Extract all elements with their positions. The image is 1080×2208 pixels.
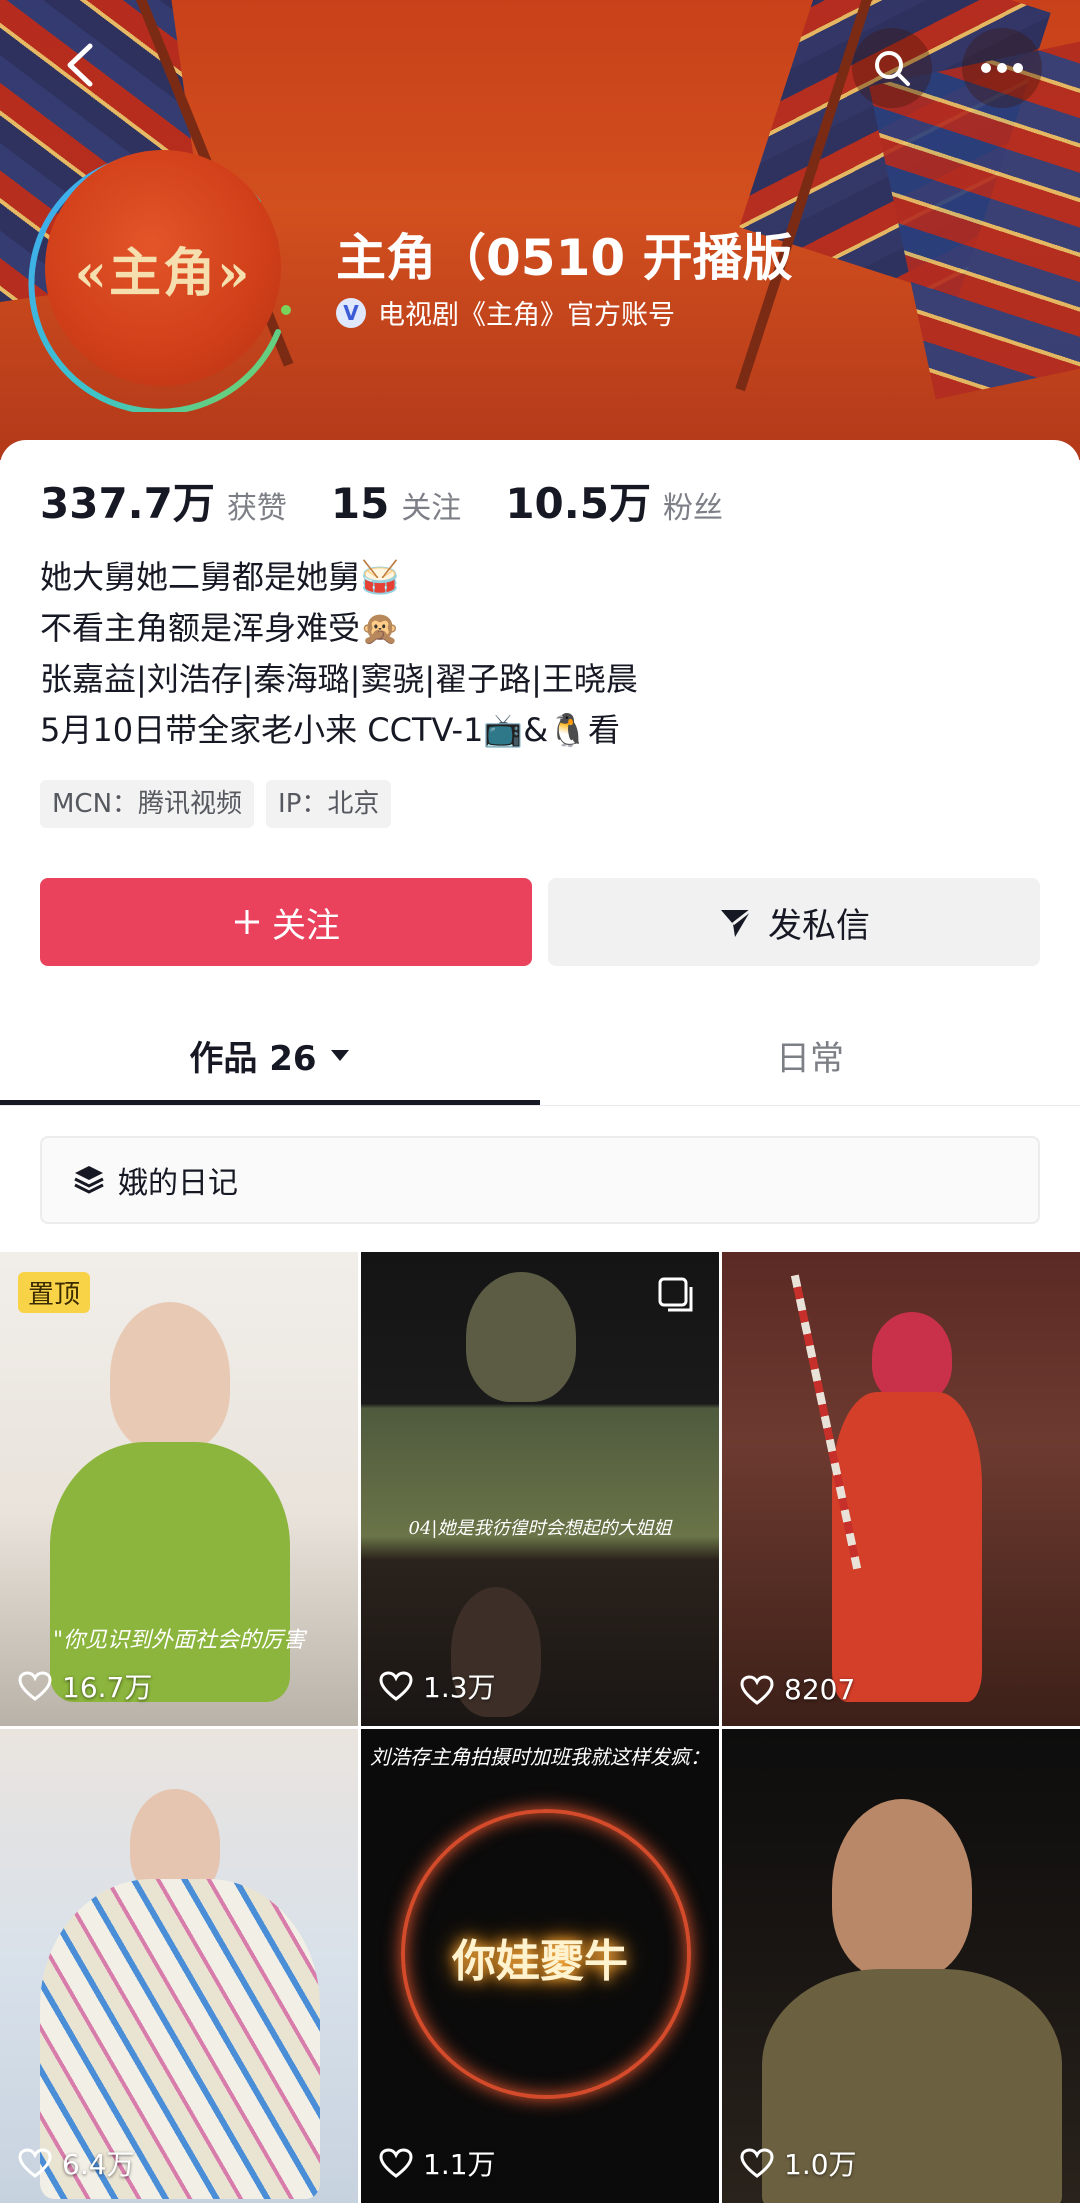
likes-count: 8207 [784, 1673, 856, 1706]
tab-works-label: 作品 26 [189, 1038, 317, 1079]
tab-daily[interactable]: 日常 [540, 1010, 1080, 1100]
stat-label: 关注 [401, 491, 462, 526]
follow-button[interactable]: 关注 [40, 878, 532, 966]
heart-icon [379, 1671, 413, 1701]
profile-bio: 她大舅她二舅都是她舅🥁 不看主角额是浑身难受🙊 张嘉益|刘浩存|秦海璐|窦骁|翟… [40, 552, 638, 756]
video-tile[interactable]: "你见识到外面社会的厉害 置顶 16.7万 [0, 1252, 358, 1726]
profile-tags: MCN：腾讯视频 IP：北京 [40, 780, 392, 828]
bio-line: 张嘉益|刘浩存|秦海璐|窦骁|翟子路|王晓晨 [40, 660, 638, 698]
stat-label: 获赞 [226, 491, 287, 526]
stat-value: 337.7万 [40, 479, 215, 528]
content-tabs: 作品 26 日常 [0, 1010, 1080, 1100]
video-thumbnail-figure [466, 1272, 576, 1402]
video-tile[interactable]: 8207 [722, 1252, 1080, 1726]
stat-label: 粉丝 [662, 491, 723, 526]
search-button[interactable] [852, 28, 932, 108]
likes-count: 1.1万 [423, 2148, 496, 2181]
likes-count: 1.3万 [423, 1671, 496, 1704]
message-button[interactable]: 发私信 [548, 878, 1040, 966]
heart-icon [18, 1671, 52, 1701]
likes-count: 6.4万 [62, 2148, 135, 2181]
heart-icon [740, 1674, 774, 1705]
avatar[interactable]: «主角» [45, 150, 281, 386]
stat-likes[interactable]: 337.7万 获赞 [40, 470, 287, 531]
video-likes: 1.1万 [379, 2143, 496, 2183]
video-tile[interactable]: 04|她是我彷徨时会想起的大姐姐 1.3万 [361, 1252, 719, 1726]
bio-line: 她大舅她二舅都是她舅🥁 [40, 558, 400, 596]
profile-actions: 关注 发私信 [40, 878, 1040, 966]
video-likes: 16.7万 [18, 1666, 152, 1706]
bio-line: 5月10日带全家老小来 CCTV-1📺&🐧看 [40, 711, 621, 749]
tab-divider [0, 1105, 1080, 1106]
video-thumbnail-figure [832, 1799, 972, 1979]
video-tile[interactable]: 1.0万 [722, 1729, 1080, 2203]
profile-header: «主角» 主角（0510 开播版 V 电视剧《主角》官方账号 [0, 0, 1080, 460]
more-options-button[interactable] [962, 28, 1042, 108]
caret-down-icon [330, 1050, 349, 1061]
collection-label: 娥的日记 [118, 1166, 238, 1201]
profile-name: 主角（0510 开播版 [336, 229, 793, 287]
bio-line: 不看主角额是浑身难受🙊 [40, 609, 400, 647]
heart-icon [740, 2148, 774, 2178]
follow-label: 关注 [272, 905, 340, 946]
video-likes: 1.3万 [379, 1666, 496, 1706]
video-tile[interactable]: 刘浩存主角拍摄时加班我就这样发疯： 你娃夒牛 1.1万 [361, 1729, 719, 2203]
video-likes: 6.4万 [18, 2143, 135, 2183]
more-icon [981, 63, 1023, 73]
back-button[interactable] [50, 40, 110, 100]
verified-icon: V [336, 297, 366, 328]
video-thumbnail-figure [50, 1442, 290, 1702]
message-label: 发私信 [768, 905, 870, 946]
heart-icon [379, 2148, 413, 2178]
stat-following[interactable]: 15 关注 [331, 479, 461, 528]
layers-icon [74, 1166, 104, 1194]
video-caption: "你见识到外面社会的厉害 [52, 1628, 306, 1653]
video-caption: 刘浩存主角拍摄时加班我就这样发疯： [370, 1745, 710, 1769]
video-likes: 1.0万 [740, 2143, 857, 2183]
tab-daily-label: 日常 [776, 1038, 844, 1079]
send-icon [721, 908, 752, 937]
collection-bar[interactable]: 娥的日记 [40, 1136, 1040, 1224]
verification-row: V 电视剧《主角》官方账号 [336, 293, 675, 332]
ip-location-tag: IP：北京 [266, 780, 392, 828]
likes-count: 1.0万 [784, 2148, 857, 2181]
stat-followers[interactable]: 10.5万 粉丝 [505, 470, 723, 531]
video-caption: 04|她是我彷徨时会想起的大姐姐 [408, 1518, 672, 1539]
stat-value: 10.5万 [505, 479, 651, 528]
likes-count: 16.7万 [62, 1671, 153, 1704]
verified-description: 电视剧《主角》官方账号 [378, 300, 675, 331]
chevron-left-icon [67, 43, 93, 87]
multi-image-icon [658, 1277, 693, 1312]
video-tile[interactable]: 6.4万 [0, 1729, 358, 2203]
stat-value: 15 [330, 479, 390, 528]
mcn-tag[interactable]: MCN：腾讯视频 [40, 780, 255, 828]
heart-icon [18, 2148, 52, 2178]
avatar-logo-text: «主角» [74, 242, 252, 304]
video-thumbnail-figure [110, 1302, 230, 1452]
video-thumbnail-figure [872, 1312, 952, 1402]
pinned-badge: 置顶 [18, 1272, 91, 1313]
search-icon [875, 51, 910, 86]
video-likes: 8207 [740, 1673, 855, 1706]
tab-works[interactable]: 作品 26 [0, 1010, 540, 1100]
neon-text: 你娃夒牛 [452, 1936, 628, 1987]
plus-icon [235, 910, 259, 934]
profile-stats: 337.7万 获赞 15 关注 10.5万 粉丝 [40, 470, 767, 531]
